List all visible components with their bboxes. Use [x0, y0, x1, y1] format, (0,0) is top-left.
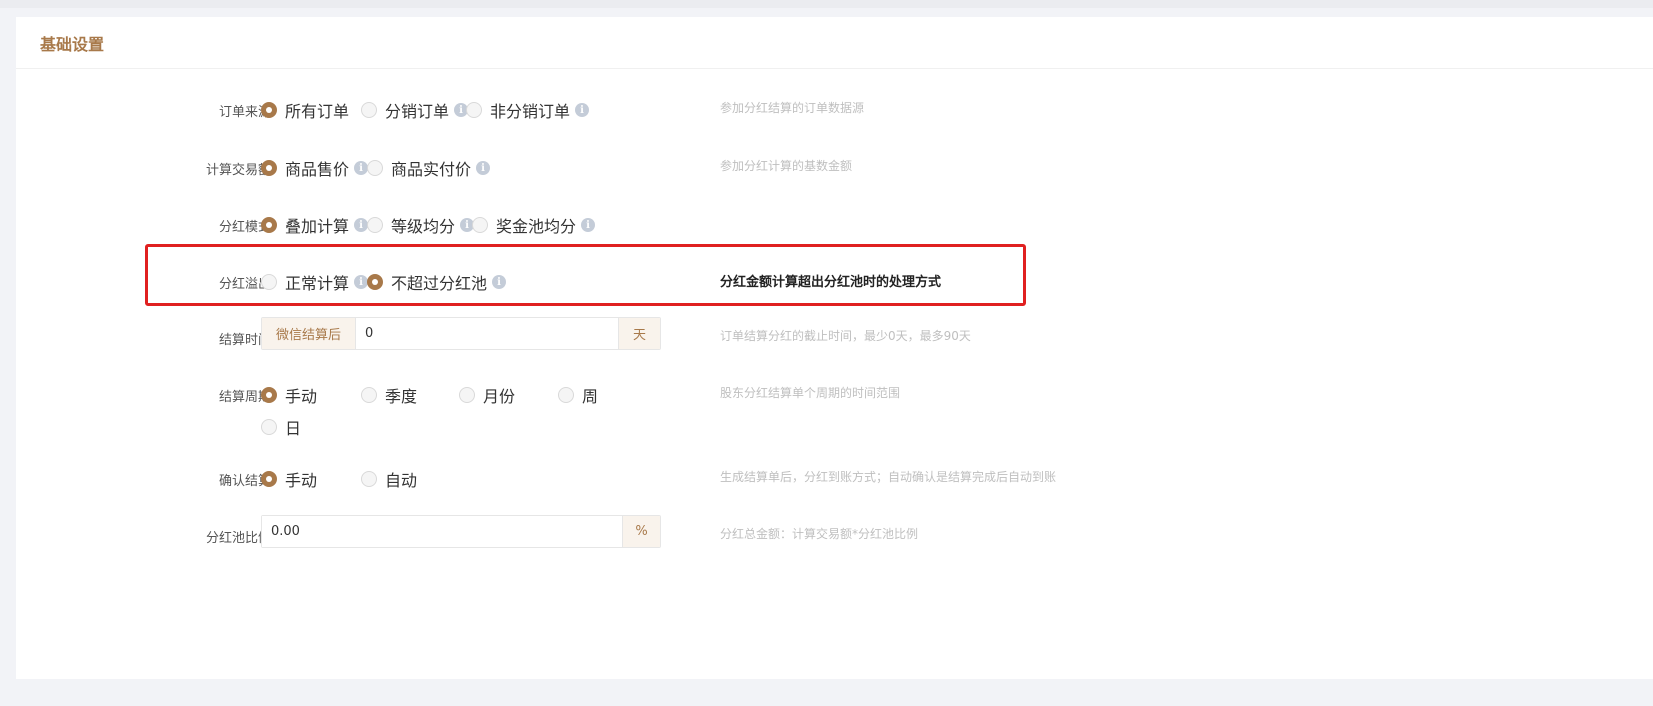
pool-ratio-suffix: %: [622, 516, 660, 547]
option-label: 日: [285, 419, 302, 438]
radio-circle[interactable]: [261, 387, 277, 403]
settings-card: 基础设置 订单来源 所有订单 分销订单 i 非分销订单 i 参加分红结算的订单数…: [16, 17, 1653, 679]
option-label: 季度: [385, 387, 418, 406]
option-label: 等级均分: [391, 217, 456, 236]
radio-cycle-month[interactable]: 月份: [459, 383, 515, 407]
radio-circle[interactable]: [261, 160, 277, 176]
radio-cycle-day[interactable]: 日: [261, 415, 301, 439]
option-label: 自动: [385, 471, 418, 490]
radio-confirm-manual[interactable]: 手动: [261, 467, 317, 491]
top-strip: [0, 0, 1653, 8]
option-label: 不超过分红池: [391, 274, 488, 293]
radio-sale-price[interactable]: 商品售价 i: [261, 156, 369, 180]
option-label: 奖金池均分: [496, 217, 577, 236]
radio-circle[interactable]: [472, 217, 488, 233]
radio-paid-price[interactable]: 商品实付价 i: [367, 156, 491, 180]
radio-circle[interactable]: [558, 387, 574, 403]
radio-circle[interactable]: [261, 217, 277, 233]
radio-not-exceed-pool[interactable]: 不超过分红池 i: [367, 270, 507, 294]
option-label: 手动: [285, 471, 318, 490]
bottom-strip: [0, 679, 1653, 706]
pool-ratio-input[interactable]: [262, 516, 622, 547]
radio-circle[interactable]: [261, 419, 277, 435]
radio-circle[interactable]: [459, 387, 475, 403]
info-icon[interactable]: i: [354, 275, 369, 289]
radio-circle[interactable]: [361, 387, 377, 403]
settle-time-hint: 订单结算分红的截止时间，最少0天，最多90天: [720, 329, 971, 343]
option-label: 非分销订单: [490, 102, 571, 121]
radio-circle[interactable]: [367, 274, 383, 290]
option-label: 正常计算: [285, 274, 350, 293]
radio-pool-split[interactable]: 奖金池均分 i: [472, 213, 596, 237]
settle-cycle-hint: 股东分红结算单个周期的时间范围: [720, 386, 901, 400]
order-source-hint: 参加分红结算的订单数据源: [720, 101, 865, 115]
option-label: 商品售价: [285, 160, 350, 179]
option-label: 商品实付价: [391, 160, 472, 179]
option-label: 月份: [483, 387, 516, 406]
radio-normal-calc[interactable]: 正常计算 i: [261, 270, 369, 294]
info-icon[interactable]: i: [575, 103, 590, 117]
section-title: 基础设置: [40, 34, 105, 54]
radio-cycle-quarter[interactable]: 季度: [361, 383, 417, 407]
option-label: 分销订单: [385, 102, 450, 121]
info-icon[interactable]: i: [354, 161, 369, 175]
radio-cycle-manual[interactable]: 手动: [261, 383, 317, 407]
settle-time-prefix: 微信结算后: [262, 318, 356, 349]
card-header: 基础设置: [16, 17, 1653, 69]
radio-non-distribution-orders[interactable]: 非分销订单 i: [466, 98, 590, 122]
option-label: 手动: [285, 387, 318, 406]
radio-circle[interactable]: [466, 102, 482, 118]
radio-all-orders[interactable]: 所有订单: [261, 98, 349, 122]
radio-confirm-auto[interactable]: 自动: [361, 467, 417, 491]
radio-circle[interactable]: [367, 217, 383, 233]
radio-circle[interactable]: [261, 102, 277, 118]
radio-circle[interactable]: [367, 160, 383, 176]
option-label: 周: [582, 387, 599, 406]
settle-time-input-group: 微信结算后 天: [261, 317, 661, 350]
radio-cycle-week[interactable]: 周: [558, 383, 598, 407]
option-label: 所有订单: [285, 102, 350, 121]
option-label: 叠加计算: [285, 217, 350, 236]
settle-days-input[interactable]: [356, 318, 618, 349]
info-icon[interactable]: i: [581, 218, 596, 232]
info-icon[interactable]: i: [476, 161, 491, 175]
dividend-overflow-hint: 分红金额计算超出分红池时的处理方式: [720, 275, 942, 290]
pool-ratio-hint: 分红总金额：计算交易额*分红池比例: [720, 527, 919, 541]
pool-ratio-input-group: %: [261, 515, 661, 548]
radio-stack-calc[interactable]: 叠加计算 i: [261, 213, 369, 237]
info-icon[interactable]: i: [354, 218, 369, 232]
radio-circle[interactable]: [261, 274, 277, 290]
radio-distribution-orders[interactable]: 分销订单 i: [361, 98, 469, 122]
settle-time-suffix: 天: [618, 318, 660, 349]
radio-level-split[interactable]: 等级均分 i: [367, 213, 475, 237]
info-icon[interactable]: i: [492, 275, 507, 289]
trade-amount-hint: 参加分红计算的基数金额: [720, 159, 853, 173]
radio-circle[interactable]: [261, 471, 277, 487]
radio-circle[interactable]: [361, 102, 377, 118]
confirm-settle-hint: 生成结算单后，分红到账方式；自动确认是结算完成后自动到账: [720, 470, 1057, 484]
radio-circle[interactable]: [361, 471, 377, 487]
